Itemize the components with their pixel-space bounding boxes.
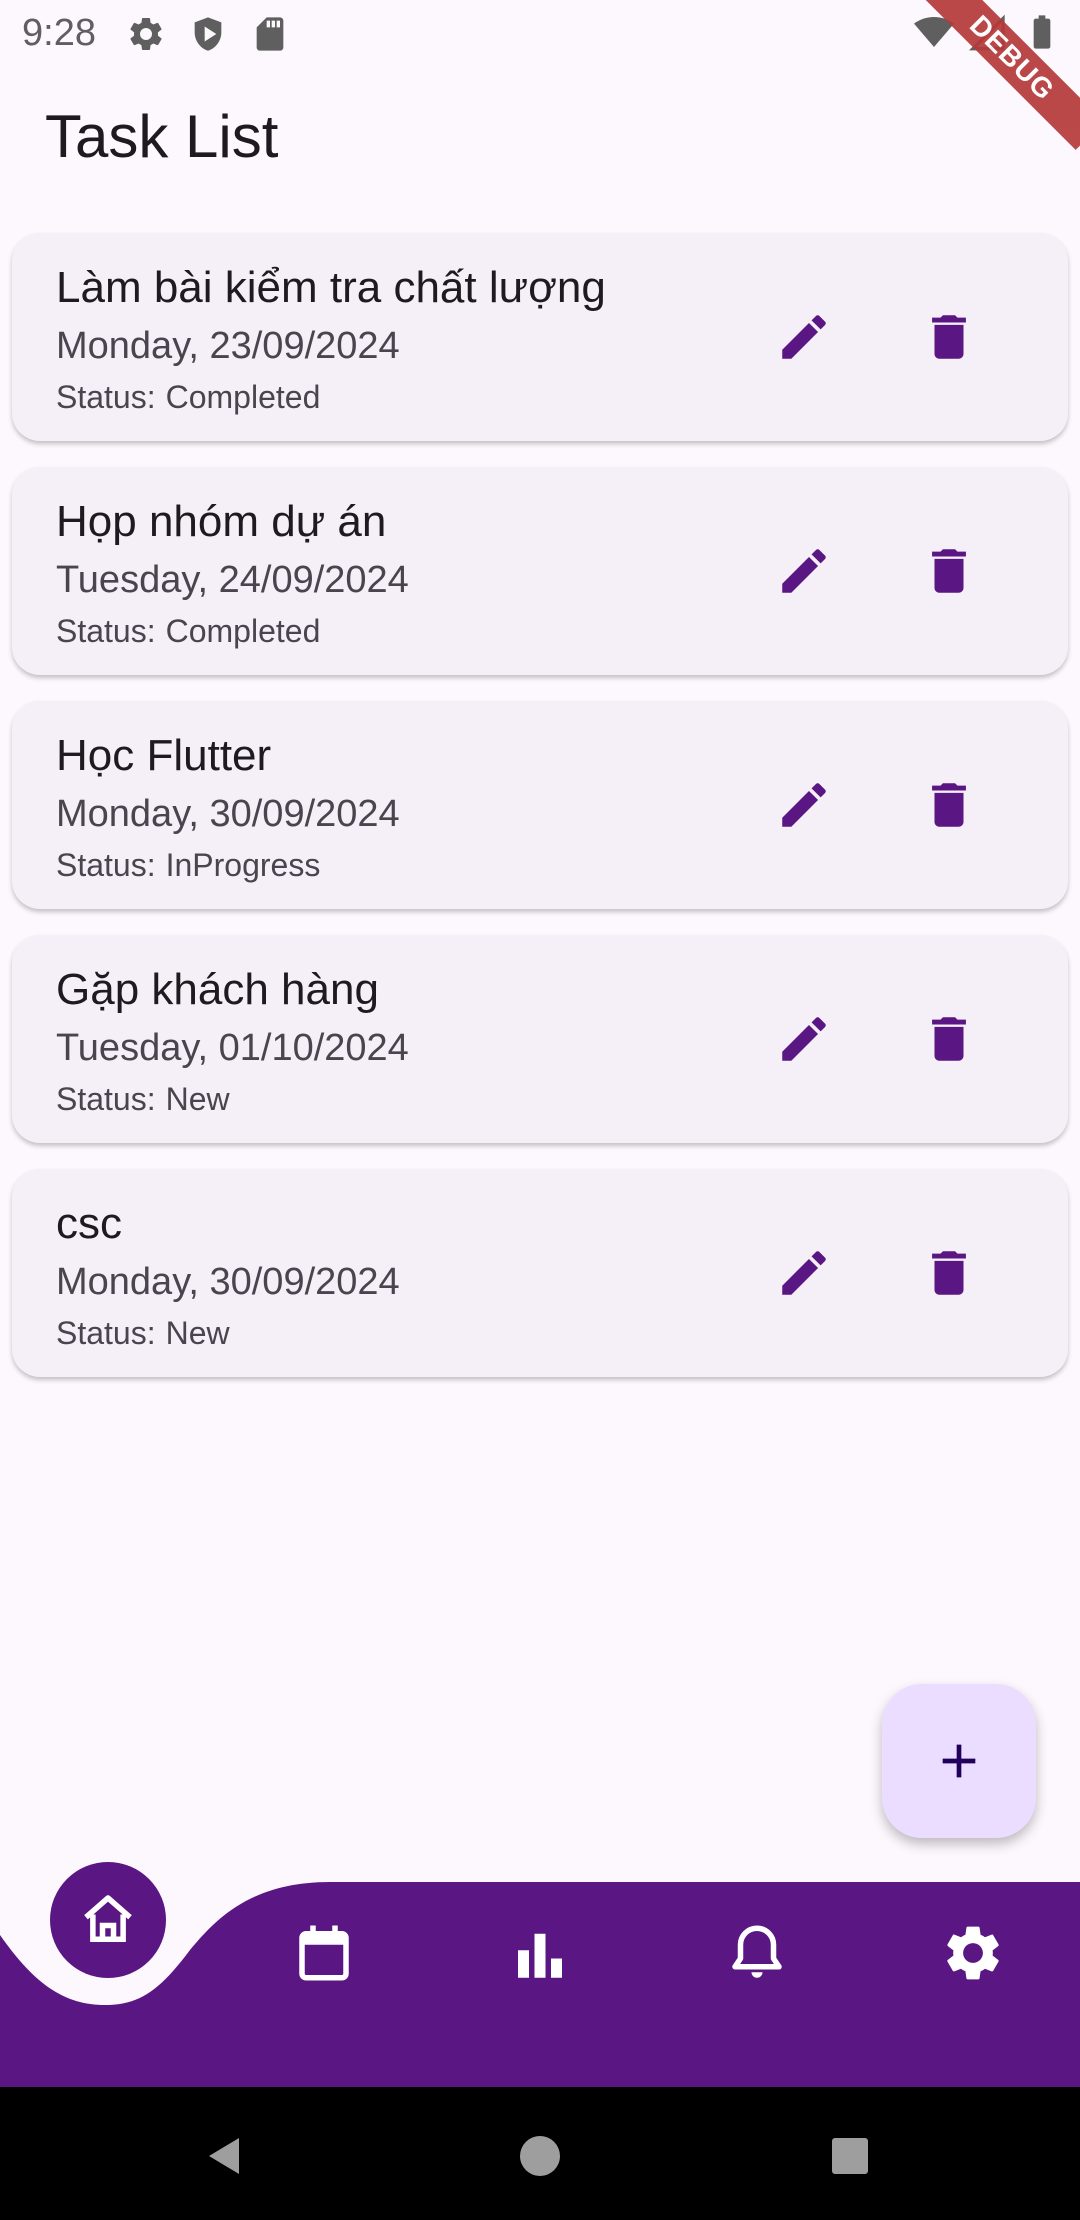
back-icon: [209, 2138, 239, 2174]
task-status-value: New: [165, 1315, 230, 1351]
signal-icon: [968, 12, 1008, 57]
status-icons-right: [914, 12, 1062, 57]
add-task-button[interactable]: [882, 1684, 1036, 1838]
edit-button[interactable]: [772, 1241, 836, 1305]
task-list: Làm bài kiểm tra chất lượng Monday, 23/0…: [12, 233, 1068, 1403]
task-title: Họp nhóm dự án: [56, 497, 387, 546]
task-title: Học Flutter: [56, 731, 272, 780]
edit-button[interactable]: [772, 539, 836, 603]
task-date: Monday, 30/09/2024: [56, 1261, 400, 1303]
home-circle-icon: [520, 2136, 560, 2176]
status-bar: 9:28: [0, 0, 1080, 66]
system-navigation-bar: [0, 2087, 1080, 2220]
task-card[interactable]: Họp nhóm dự án Tuesday, 24/09/2024 Statu…: [12, 467, 1068, 675]
home-icon: [84, 1895, 132, 1942]
edit-icon: [782, 783, 826, 827]
task-card[interactable]: Làm bài kiểm tra chất lượng Monday, 23/0…: [12, 233, 1068, 441]
shield-play-icon: [188, 14, 228, 59]
edit-button[interactable]: [772, 1007, 836, 1071]
task-status-label: Status:: [56, 847, 156, 883]
task-title: csc: [56, 1199, 122, 1248]
delete-icon: [932, 315, 966, 359]
task-title: Làm bài kiểm tra chất lượng: [56, 263, 606, 312]
delete-icon: [932, 1017, 966, 1061]
plus-icon: [942, 1744, 976, 1778]
task-card[interactable]: Học Flutter Monday, 30/09/2024 Status: In…: [12, 701, 1068, 909]
task-title: Gặp khách hàng: [56, 965, 379, 1014]
delete-button[interactable]: [917, 1241, 981, 1305]
nav-home[interactable]: [50, 1862, 166, 1978]
task-status-value: InProgress: [165, 847, 321, 883]
system-home-button[interactable]: [515, 2131, 565, 2181]
delete-button[interactable]: [917, 1007, 981, 1071]
settings-icon: [947, 1926, 999, 1980]
task-status-label: Status:: [56, 379, 156, 415]
delete-button[interactable]: [917, 305, 981, 369]
task-status-value: New: [165, 1081, 230, 1117]
task-status-label: Status:: [56, 1315, 156, 1351]
status-time: 9:28: [22, 12, 96, 54]
delete-icon: [932, 1251, 966, 1295]
task-status-value: Completed: [165, 379, 321, 415]
task-status: Status: InProgress: [56, 847, 320, 884]
task-date: Tuesday, 01/10/2024: [56, 1027, 409, 1069]
nav-settings[interactable]: [938, 1918, 1008, 1988]
nav-calendar[interactable]: [289, 1918, 359, 1988]
task-date: Tuesday, 24/09/2024: [56, 559, 409, 601]
task-status: Status: Completed: [56, 379, 320, 416]
delete-icon: [932, 549, 966, 593]
edit-button[interactable]: [772, 305, 836, 369]
nav-notifications[interactable]: [722, 1918, 792, 1988]
task-status: Status: New: [56, 1081, 230, 1118]
calendar-icon: [299, 1925, 349, 1981]
nav-stats[interactable]: [505, 1918, 575, 1988]
edit-button[interactable]: [772, 773, 836, 837]
task-card[interactable]: csc Monday, 30/09/2024 Status: New: [12, 1169, 1068, 1377]
task-status-value: Completed: [165, 613, 321, 649]
system-back-button[interactable]: [200, 2131, 250, 2181]
recents-icon: [832, 2138, 868, 2174]
task-status-label: Status:: [56, 613, 156, 649]
edit-icon: [782, 549, 826, 593]
delete-button[interactable]: [917, 539, 981, 603]
bar-chart-icon: [518, 1933, 562, 1978]
delete-icon: [932, 783, 966, 827]
status-icons-left: [126, 14, 290, 59]
edit-icon: [782, 1017, 826, 1061]
bell-icon: [732, 1925, 782, 1978]
wifi-icon: [914, 12, 954, 57]
edit-icon: [782, 1251, 826, 1295]
page-title: Task List: [45, 103, 279, 170]
battery-icon: [1022, 12, 1062, 57]
task-date: Monday, 23/09/2024: [56, 325, 400, 367]
system-recents-button[interactable]: [825, 2131, 875, 2181]
task-card[interactable]: Gặp khách hàng Tuesday, 01/10/2024 Statu…: [12, 935, 1068, 1143]
task-date: Monday, 30/09/2024: [56, 793, 400, 835]
edit-icon: [782, 315, 826, 359]
task-status: Status: Completed: [56, 613, 320, 650]
task-status-label: Status:: [56, 1081, 156, 1117]
delete-button[interactable]: [917, 773, 981, 837]
sd-card-icon: [250, 14, 290, 59]
gear-icon: [126, 14, 166, 59]
task-status: Status: New: [56, 1315, 230, 1352]
